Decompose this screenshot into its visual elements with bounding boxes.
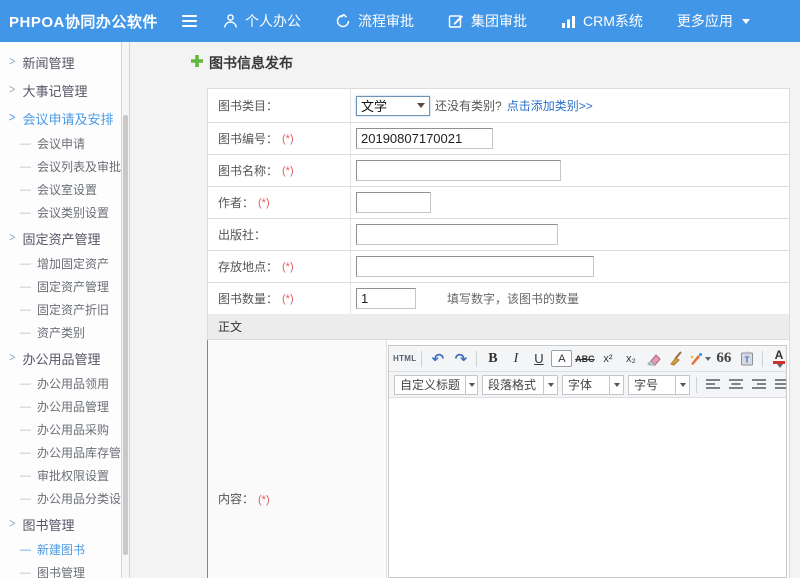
sidebar-item-meeting-category[interactable]: —会议类别设置 bbox=[0, 201, 130, 224]
sidebar-item-book-new[interactable]: —新建图书 bbox=[0, 538, 130, 561]
color-pen-icon[interactable] bbox=[689, 348, 711, 369]
main-content: 图书信息发布 图书类目： 文学 还没有类别? 点击添加类别>> 图书编号：(*)… bbox=[130, 42, 800, 578]
content-label: 内容：(*) bbox=[208, 340, 387, 578]
strikethrough-button[interactable]: ABC bbox=[574, 348, 595, 369]
sidebar-item-approval-permission[interactable]: —审批权限设置 bbox=[0, 464, 130, 487]
paste-icon[interactable]: T bbox=[736, 348, 757, 369]
sidebar-group-news[interactable]: >新闻管理 bbox=[0, 48, 130, 76]
editor-content-area[interactable] bbox=[389, 398, 786, 577]
nav-personal-office[interactable]: 个人办公 bbox=[206, 0, 318, 42]
sidebar-item-supplies-claim[interactable]: —办公用品领用 bbox=[0, 372, 130, 395]
svg-text:T: T bbox=[744, 356, 749, 365]
book-form: 图书类目： 文学 还没有类别? 点击添加类别>> 图书编号：(*) 图书名称：(… bbox=[207, 88, 790, 315]
redo-button[interactable]: ↷ bbox=[450, 348, 471, 369]
sidebar-item-meeting-apply[interactable]: —会议申请 bbox=[0, 132, 130, 155]
bold-button[interactable]: B bbox=[482, 348, 503, 369]
eraser-icon[interactable] bbox=[643, 348, 664, 369]
topbar: PHPOA协同办公软件 个人办公 流程审批 集团审批 CRM系统 更多应用 bbox=[0, 0, 800, 42]
person-icon bbox=[223, 13, 238, 29]
select-caret-icon bbox=[417, 103, 425, 108]
form-row-location: 存放地点：(*) bbox=[208, 251, 789, 283]
superscript-button[interactable]: x² bbox=[597, 348, 618, 369]
edit-icon bbox=[448, 13, 464, 29]
app-logo: PHPOA协同办公软件 bbox=[0, 11, 172, 32]
editor-toolbar-row-2: 自定义标题 段落格式 字体 字号 bbox=[389, 372, 786, 398]
html-source-button[interactable]: HTML bbox=[393, 348, 416, 369]
font-size-dropdown[interactable]: 字号 bbox=[628, 375, 690, 395]
subscript-button[interactable]: x₂ bbox=[620, 348, 641, 369]
align-left-icon[interactable] bbox=[702, 374, 723, 395]
sidebar-item-asset-manage[interactable]: —固定资产管理 bbox=[0, 275, 130, 298]
quantity-hint: 填写数字，该图书的数量 bbox=[447, 290, 579, 307]
format-brush-icon[interactable] bbox=[666, 348, 687, 369]
form-row-book-number: 图书编号：(*) bbox=[208, 123, 789, 155]
sidebar-item-supplies-purchase[interactable]: —办公用品采购 bbox=[0, 418, 130, 441]
category-select[interactable]: 文学 bbox=[356, 96, 430, 116]
rich-text-editor: HTML ↶ ↷ B I U A ABC x² x₂ bbox=[388, 345, 787, 578]
editor-toolbar-row-1: HTML ↶ ↷ B I U A ABC x² x₂ bbox=[389, 346, 786, 372]
sidebar-group-books[interactable]: >图书管理 bbox=[0, 510, 130, 538]
book-number-input[interactable] bbox=[356, 128, 493, 149]
nav-process-approval[interactable]: 流程审批 bbox=[318, 0, 431, 42]
font-color-button[interactable]: A bbox=[768, 348, 786, 369]
sidebar-item-supplies-inventory[interactable]: —办公用品库存管理 bbox=[0, 441, 130, 464]
sidebar-group-events[interactable]: >大事记管理 bbox=[0, 76, 130, 104]
sidebar-group-assets[interactable]: >固定资产管理 bbox=[0, 224, 130, 252]
paragraph-format-dropdown[interactable]: 段落格式 bbox=[482, 375, 558, 395]
location-input[interactable] bbox=[356, 256, 594, 277]
process-icon bbox=[335, 13, 351, 29]
nav-group-approval[interactable]: 集团审批 bbox=[431, 0, 544, 42]
publisher-input[interactable] bbox=[356, 224, 558, 245]
caret-down-icon bbox=[742, 19, 750, 24]
quantity-input[interactable] bbox=[356, 288, 416, 309]
sidebar-group-meeting[interactable]: >会议申请及安排 bbox=[0, 104, 130, 132]
page-title: 图书信息发布 bbox=[190, 53, 293, 73]
sidebar-item-meeting-room[interactable]: —会议室设置 bbox=[0, 178, 130, 201]
book-name-input[interactable] bbox=[356, 160, 561, 181]
underline-button[interactable]: U bbox=[528, 348, 549, 369]
sidebar-item-asset-add[interactable]: —增加固定资产 bbox=[0, 252, 130, 275]
blockquote-button[interactable]: 66 bbox=[713, 348, 734, 369]
content-row: 内容：(*) HTML ↶ ↷ B I U A ABC x² x₂ bbox=[207, 340, 790, 578]
author-input[interactable] bbox=[356, 192, 431, 213]
align-right-icon[interactable] bbox=[748, 374, 769, 395]
chart-icon bbox=[561, 14, 576, 29]
sidebar-item-meeting-list[interactable]: —会议列表及审批 bbox=[0, 155, 130, 178]
sidebar-group-supplies[interactable]: >办公用品管理 bbox=[0, 344, 130, 372]
italic-button[interactable]: I bbox=[505, 348, 526, 369]
nav-more-apps[interactable]: 更多应用 bbox=[660, 0, 767, 42]
sidebar-item-asset-depreciation[interactable]: —固定资产折旧 bbox=[0, 298, 130, 321]
form-row-category: 图书类目： 文学 还没有类别? 点击添加类别>> bbox=[208, 89, 789, 123]
form-row-book-name: 图书名称：(*) bbox=[208, 155, 789, 187]
form-row-quantity: 图书数量：(*) 填写数字，该图书的数量 bbox=[208, 283, 789, 315]
add-category-link[interactable]: 点击添加类别>> bbox=[507, 97, 593, 114]
align-center-icon[interactable] bbox=[725, 374, 746, 395]
custom-title-dropdown[interactable]: 自定义标题 bbox=[394, 375, 478, 395]
sidebar-scrollbar-thumb[interactable] bbox=[123, 115, 128, 555]
form-row-publisher: 出版社： bbox=[208, 219, 789, 251]
sidebar-item-supplies-manage[interactable]: —办公用品管理 bbox=[0, 395, 130, 418]
sidebar-menu: >新闻管理 >大事记管理 >会议申请及安排 —会议申请 —会议列表及审批 —会议… bbox=[0, 42, 130, 578]
undo-button[interactable]: ↶ bbox=[427, 348, 448, 369]
sidebar-item-supplies-category[interactable]: —办公用品分类设置 bbox=[0, 487, 130, 510]
plus-icon bbox=[190, 54, 204, 73]
sidebar-scrollbar[interactable] bbox=[121, 42, 130, 578]
sidebar-item-asset-category[interactable]: —资产类别 bbox=[0, 321, 130, 344]
align-justify-icon[interactable] bbox=[771, 374, 786, 395]
hamburger-menu-icon[interactable] bbox=[172, 0, 206, 42]
font-name-button[interactable]: A bbox=[551, 350, 572, 367]
sidebar-item-book-manage[interactable]: —图书管理 bbox=[0, 561, 130, 578]
body-section-header: 正文 bbox=[207, 314, 790, 340]
sidebar: >新闻管理 >大事记管理 >会议申请及安排 —会议申请 —会议列表及审批 —会议… bbox=[0, 42, 130, 578]
font-family-dropdown[interactable]: 字体 bbox=[562, 375, 624, 395]
nav-crm-system[interactable]: CRM系统 bbox=[544, 0, 660, 42]
form-row-author: 作者：(*) bbox=[208, 187, 789, 219]
